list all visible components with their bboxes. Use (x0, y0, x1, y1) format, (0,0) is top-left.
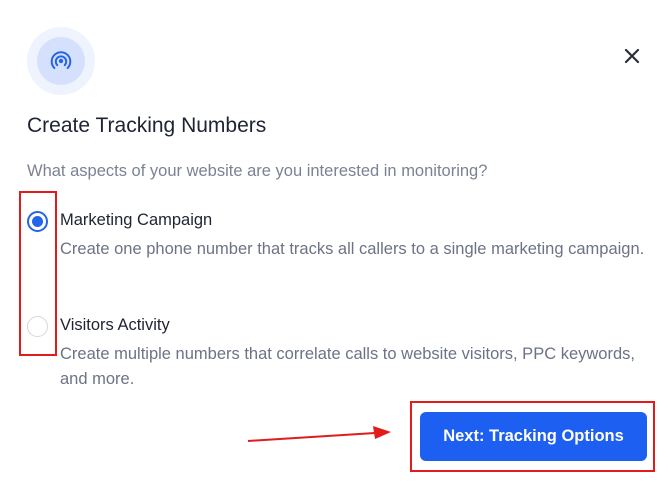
create-tracking-numbers-dialog: Create Tracking Numbers What aspects of … (0, 0, 670, 485)
header-icon-badge (27, 27, 95, 95)
option-label-visitors-activity[interactable]: Visitors Activity (60, 313, 170, 337)
option-description-visitors-activity: Create multiple numbers that correlate c… (60, 345, 635, 388)
radio-highlight-box (19, 191, 57, 356)
dialog-title: Create Tracking Numbers (27, 114, 267, 137)
option-label-marketing-campaign[interactable]: Marketing Campaign (60, 208, 212, 232)
broadcast-signal-icon (50, 51, 72, 70)
annotation-arrow-icon (247, 426, 391, 442)
dialog-subtitle: What aspects of your website are you int… (27, 162, 488, 180)
option-description-marketing-campaign: Create one phone number that tracks all … (60, 240, 645, 258)
header-icon-circle (37, 37, 85, 85)
close-icon (624, 48, 640, 64)
close-button[interactable] (619, 43, 645, 69)
next-tracking-options-button[interactable]: Next: Tracking Options (420, 412, 647, 461)
